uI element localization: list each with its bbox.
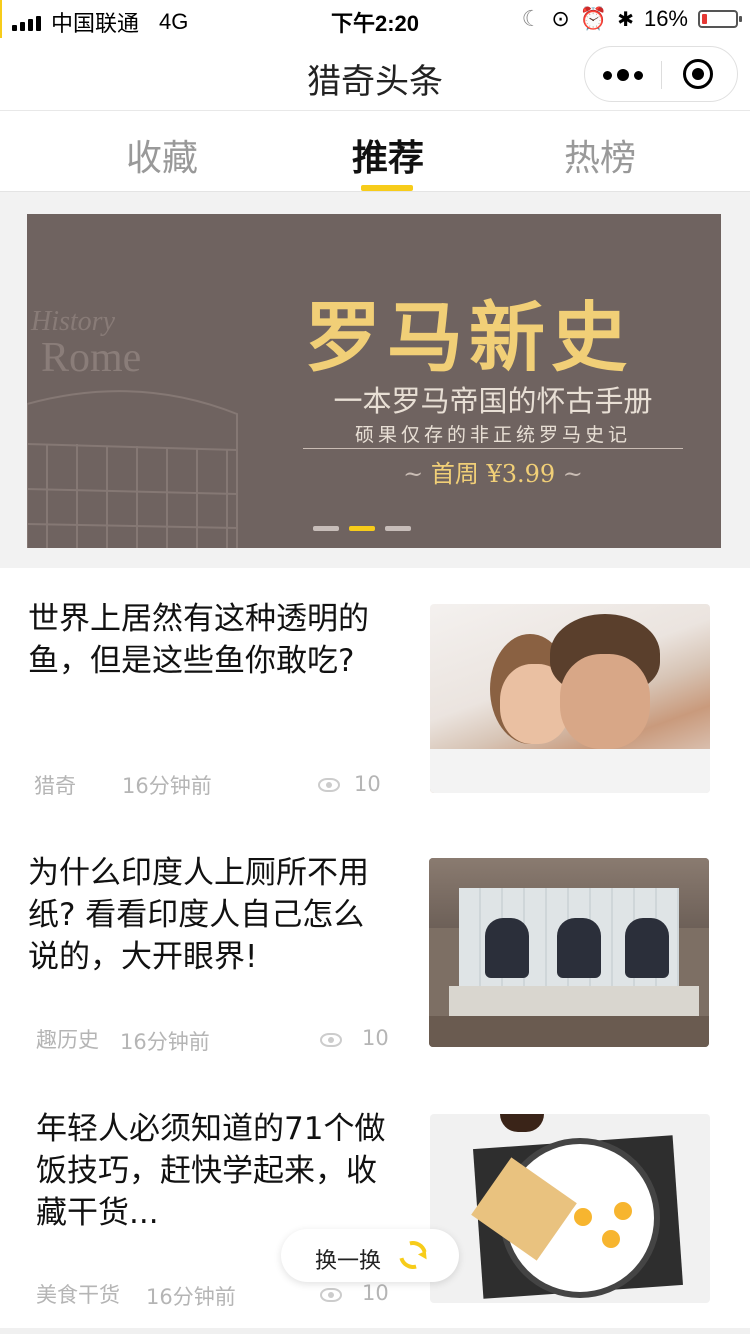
miniprogram-capsule [584,46,738,102]
article-title[interactable]: 年轻人必须知道的71个做饭技巧，赶快学起来，收藏干货... [36,1108,396,1234]
article-item[interactable]: 为什么印度人上厕所不用纸? 看看印度人自己怎么说的，大开眼界! 趣历史 16分钟… [0,822,750,1077]
article-views: 10 [354,772,381,796]
article-thumbnail[interactable] [430,604,710,793]
article-views: 10 [362,1026,389,1050]
battery-icon [698,10,742,28]
bluetooth-icon: ✱ [617,8,634,31]
banner-price: ~ 首周 ¥3.99 ~ [403,460,583,488]
carousel-dot[interactable] [313,526,339,531]
banner-subtitle-2: 硕果仅存的非正统罗马史记 [354,424,631,446]
moon-icon: ☾ [521,6,542,31]
banner-divider [303,448,683,449]
banner-title: 罗马新史 [305,293,633,382]
bottom-divider [0,1328,750,1334]
article-views: 10 [362,1281,389,1305]
article-source: 趣历史 [36,1028,99,1052]
article-title[interactable]: 为什么印度人上厕所不用纸? 看看印度人自己怎么说的，大开眼界! [28,852,388,978]
carrier-label: 中国联通 [51,11,140,36]
article-time: 16分钟前 [122,774,212,798]
article-item[interactable]: 世界上居然有这种透明的鱼，但是这些鱼你敢吃? 猎奇 16分钟前 10 [0,568,750,823]
banner-section: History Rome 罗马新史 一本罗马帝国的怀古手册 硕果仅存的非正统罗马… [0,192,750,568]
article-thumbnail[interactable] [430,1114,710,1303]
status-bar: 中国联通 4G 下午2:20 ☾ ⊙ ⏰ ✱ 16% [0,0,750,38]
article-source: 美食干货 [36,1283,120,1307]
tab-hot-list[interactable]: 热榜 [564,129,636,181]
carousel-dot-active[interactable] [349,526,375,531]
article-item[interactable]: 年轻人必须知道的71个做饭技巧，赶快学起来，收藏干货... 美食干货 16分钟前… [0,1076,750,1329]
close-miniprogram-icon[interactable] [683,59,713,89]
tab-favorites[interactable]: 收藏 [126,129,198,181]
article-time: 16分钟前 [120,1030,210,1054]
battery-percent: 16% [643,6,688,31]
active-tab-indicator [361,185,413,191]
colosseum-illustration [27,390,238,548]
refresh-icon [393,1235,433,1275]
refresh-feed-button[interactable]: 换一换 [281,1229,459,1282]
signal-icon [12,13,41,31]
views-icon [320,1288,342,1302]
tab-recommended[interactable]: 推荐 [352,129,424,181]
capsule-divider [661,61,662,89]
views-icon [318,778,340,792]
network-label: 4G [159,9,189,34]
article-time: 16分钟前 [146,1285,236,1309]
article-source: 猎奇 [34,774,76,798]
refresh-feed-label: 换一换 [315,1249,382,1274]
alarm-icon: ⏰ [579,6,608,31]
article-thumbnail[interactable] [429,858,709,1047]
carousel-indicator [313,526,411,531]
article-title[interactable]: 世界上居然有这种透明的鱼，但是这些鱼你敢吃? [28,598,388,682]
banner-carousel[interactable]: History Rome 罗马新史 一本罗马帝国的怀古手册 硕果仅存的非正统罗马… [27,214,721,548]
banner-subtitle: 一本罗马帝国的怀古手册 [333,384,653,418]
tab-bar: 收藏 推荐 热榜 [0,111,750,192]
carousel-dot[interactable] [385,526,411,531]
banner-bg-text-2: Rome [41,335,142,381]
more-icon[interactable] [585,47,661,103]
views-icon [320,1033,342,1047]
navigation-bar: 猎奇头条 [0,38,750,111]
orientation-lock-icon: ⊙ [551,6,570,31]
